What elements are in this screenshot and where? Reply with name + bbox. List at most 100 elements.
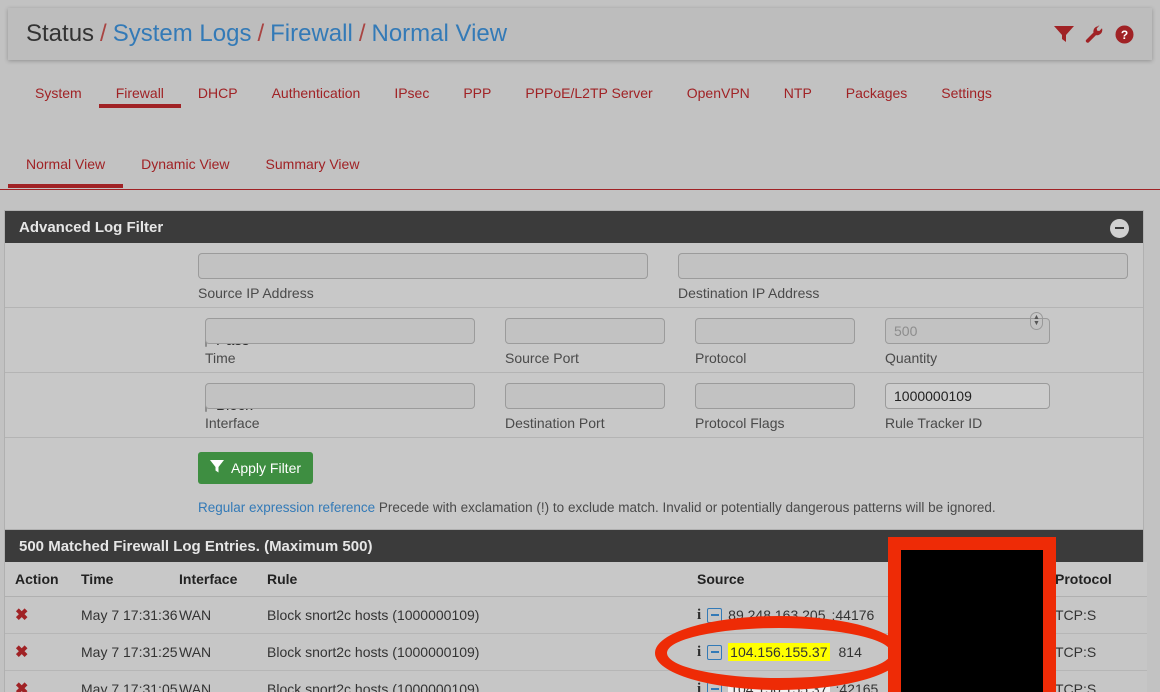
interface-label: Interface <box>205 415 260 431</box>
time-group: Time <box>205 308 475 372</box>
regex-reference-link[interactable]: Regular expression reference <box>198 500 375 515</box>
breadcrumb-link-system-logs[interactable]: System Logs <box>113 20 252 48</box>
info-icon[interactable]: i <box>697 681 701 692</box>
info-icon[interactable]: i <box>697 607 701 624</box>
breadcrumb: Status / System Logs / Firewall / Normal… <box>26 20 507 48</box>
tab-firewall[interactable]: Firewall <box>98 78 182 116</box>
protocol-flags-input[interactable] <box>695 383 855 409</box>
subtab-label: Summary View <box>265 156 360 172</box>
header-icon-group: ? <box>1054 24 1134 44</box>
tab-authentication[interactable]: Authentication <box>255 78 378 116</box>
column-header-time[interactable]: Time <box>81 562 179 597</box>
row-protocol: TCP:S <box>1047 596 1147 634</box>
row-source-port: 814 <box>838 644 862 660</box>
row-rule: Block snort2c hosts (1000000109) <box>267 596 697 634</box>
quantity-stepper[interactable]: ▲ ▼ <box>1030 312 1043 330</box>
protocol-flags-group: Protocol Flags <box>695 373 855 437</box>
destination-ip-input[interactable] <box>678 253 1128 279</box>
page-root: Status / System Logs / Firewall / Normal… <box>0 0 1160 692</box>
tab-settings[interactable]: Settings <box>924 78 1009 116</box>
tab-ppp[interactable]: PPP <box>446 78 508 116</box>
subtab-summary-view[interactable]: Summary View <box>248 152 378 188</box>
protocol-input[interactable] <box>695 318 855 344</box>
column-header-rule[interactable]: Rule <box>267 562 697 597</box>
tab-dhcp[interactable]: DHCP <box>181 78 255 116</box>
help-icon[interactable]: ? <box>1115 25 1134 44</box>
destination-port-input[interactable] <box>505 383 665 409</box>
rule-tracker-id-input[interactable] <box>885 383 1050 409</box>
breadcrumb-root: Status <box>26 20 95 47</box>
row-source-port: :44176 <box>831 607 875 623</box>
filter-row-block: Block Interface Destination Port Protoco… <box>5 373 1143 438</box>
quantity-label: Quantity <box>885 350 938 366</box>
dest-ip-group: Destination IP Address <box>678 243 1128 307</box>
column-header-interface[interactable]: Interface <box>179 562 267 597</box>
tab-label: PPP <box>463 85 492 101</box>
row-time: May 7 17:31:36 <box>81 596 179 634</box>
row-source-ip: 89.248.163.205 <box>728 607 826 623</box>
source-port-input[interactable] <box>505 318 665 344</box>
tab-ntp[interactable]: NTP <box>767 78 829 116</box>
row-action: ✖ <box>5 670 81 692</box>
quantity-group: ▲▼ Quantity <box>885 308 1050 372</box>
block-minus-icon[interactable] <box>707 644 723 660</box>
quantity-input[interactable] <box>885 318 1050 344</box>
subtab-normal-view[interactable]: Normal View <box>8 152 124 188</box>
time-label: Time <box>205 350 236 366</box>
wrench-icon[interactable] <box>1085 24 1104 44</box>
filter-row-ip: Source IP Address Destination IP Address <box>5 243 1143 308</box>
source-port-label: Source Port <box>505 350 579 366</box>
redaction-box <box>888 537 1056 692</box>
filter-icon <box>210 460 224 476</box>
pass-checkbox-group[interactable]: Pass <box>13 318 249 349</box>
tab-label: IPsec <box>394 85 430 101</box>
tab-packages[interactable]: Packages <box>829 78 924 116</box>
row-rule: Block snort2c hosts (1000000109) <box>267 633 697 671</box>
tab-system[interactable]: System <box>18 78 99 116</box>
subtab-label: Dynamic View <box>141 156 230 172</box>
source-ip-label: Source IP Address <box>198 285 314 301</box>
breadcrumb-separator: / <box>358 20 366 47</box>
tab-pppoe-l2tp-server[interactable]: PPPoE/L2TP Server <box>508 78 669 116</box>
filter-note: Regular expression reference Precede wit… <box>5 490 1143 529</box>
protocol-label: Protocol <box>695 350 747 366</box>
destination-ip-label: Destination IP Address <box>678 285 820 301</box>
block-minus-icon[interactable] <box>707 681 723 692</box>
breadcrumb-link-normal-view[interactable]: Normal View <box>371 20 507 48</box>
x-mark-icon: ✖ <box>15 681 29 692</box>
info-icon[interactable]: i <box>697 644 701 661</box>
filter-row-pass: Pass Time Source Port Protocol ▲▼ Quan <box>5 308 1143 373</box>
tab-ipsec[interactable]: IPsec <box>377 78 446 116</box>
panel-collapse-button[interactable] <box>1110 216 1129 238</box>
block-checkbox-group[interactable]: Block <box>13 383 253 414</box>
tab-openvpn[interactable]: OpenVPN <box>670 78 767 116</box>
tab-label: System <box>35 85 82 101</box>
rule-tracker-group: Rule Tracker ID <box>885 373 1050 437</box>
tab-label: Packages <box>845 85 908 101</box>
row-source-ip: 104.156.155.37 <box>728 680 830 692</box>
breadcrumb-separator: / <box>257 20 265 47</box>
column-header-action[interactable]: Action <box>5 562 81 597</box>
protocol-flags-label: Protocol Flags <box>695 415 785 431</box>
subtab-label: Normal View <box>26 156 106 172</box>
interface-group: Interface <box>205 373 475 437</box>
primary-nav-tabs: System Firewall DHCP Authentication IPse… <box>0 78 1160 124</box>
source-ip-input[interactable] <box>198 253 648 279</box>
tab-label: DHCP <box>197 85 238 101</box>
block-minus-icon[interactable] <box>707 607 723 623</box>
subtab-dynamic-view[interactable]: Dynamic View <box>123 152 247 188</box>
tab-label: OpenVPN <box>686 85 750 101</box>
minus-circle-icon[interactable] <box>1110 218 1129 238</box>
filter-icon[interactable] <box>1054 25 1074 43</box>
tab-label: Settings <box>941 85 992 101</box>
time-input[interactable] <box>205 318 475 344</box>
x-mark-icon: ✖ <box>15 644 29 661</box>
apply-filter-button[interactable]: Apply Filter <box>198 452 314 484</box>
tab-label: NTP <box>783 85 812 101</box>
interface-input[interactable] <box>205 383 475 409</box>
log-entries-title: 500 Matched Firewall Log Entries. (Maxim… <box>19 537 373 555</box>
advanced-log-filter-header: Advanced Log Filter <box>5 211 1143 243</box>
breadcrumb-link-firewall[interactable]: Firewall <box>270 20 353 48</box>
tab-label: Firewall <box>115 85 164 101</box>
column-header-protocol[interactable]: Protocol <box>1047 562 1147 597</box>
